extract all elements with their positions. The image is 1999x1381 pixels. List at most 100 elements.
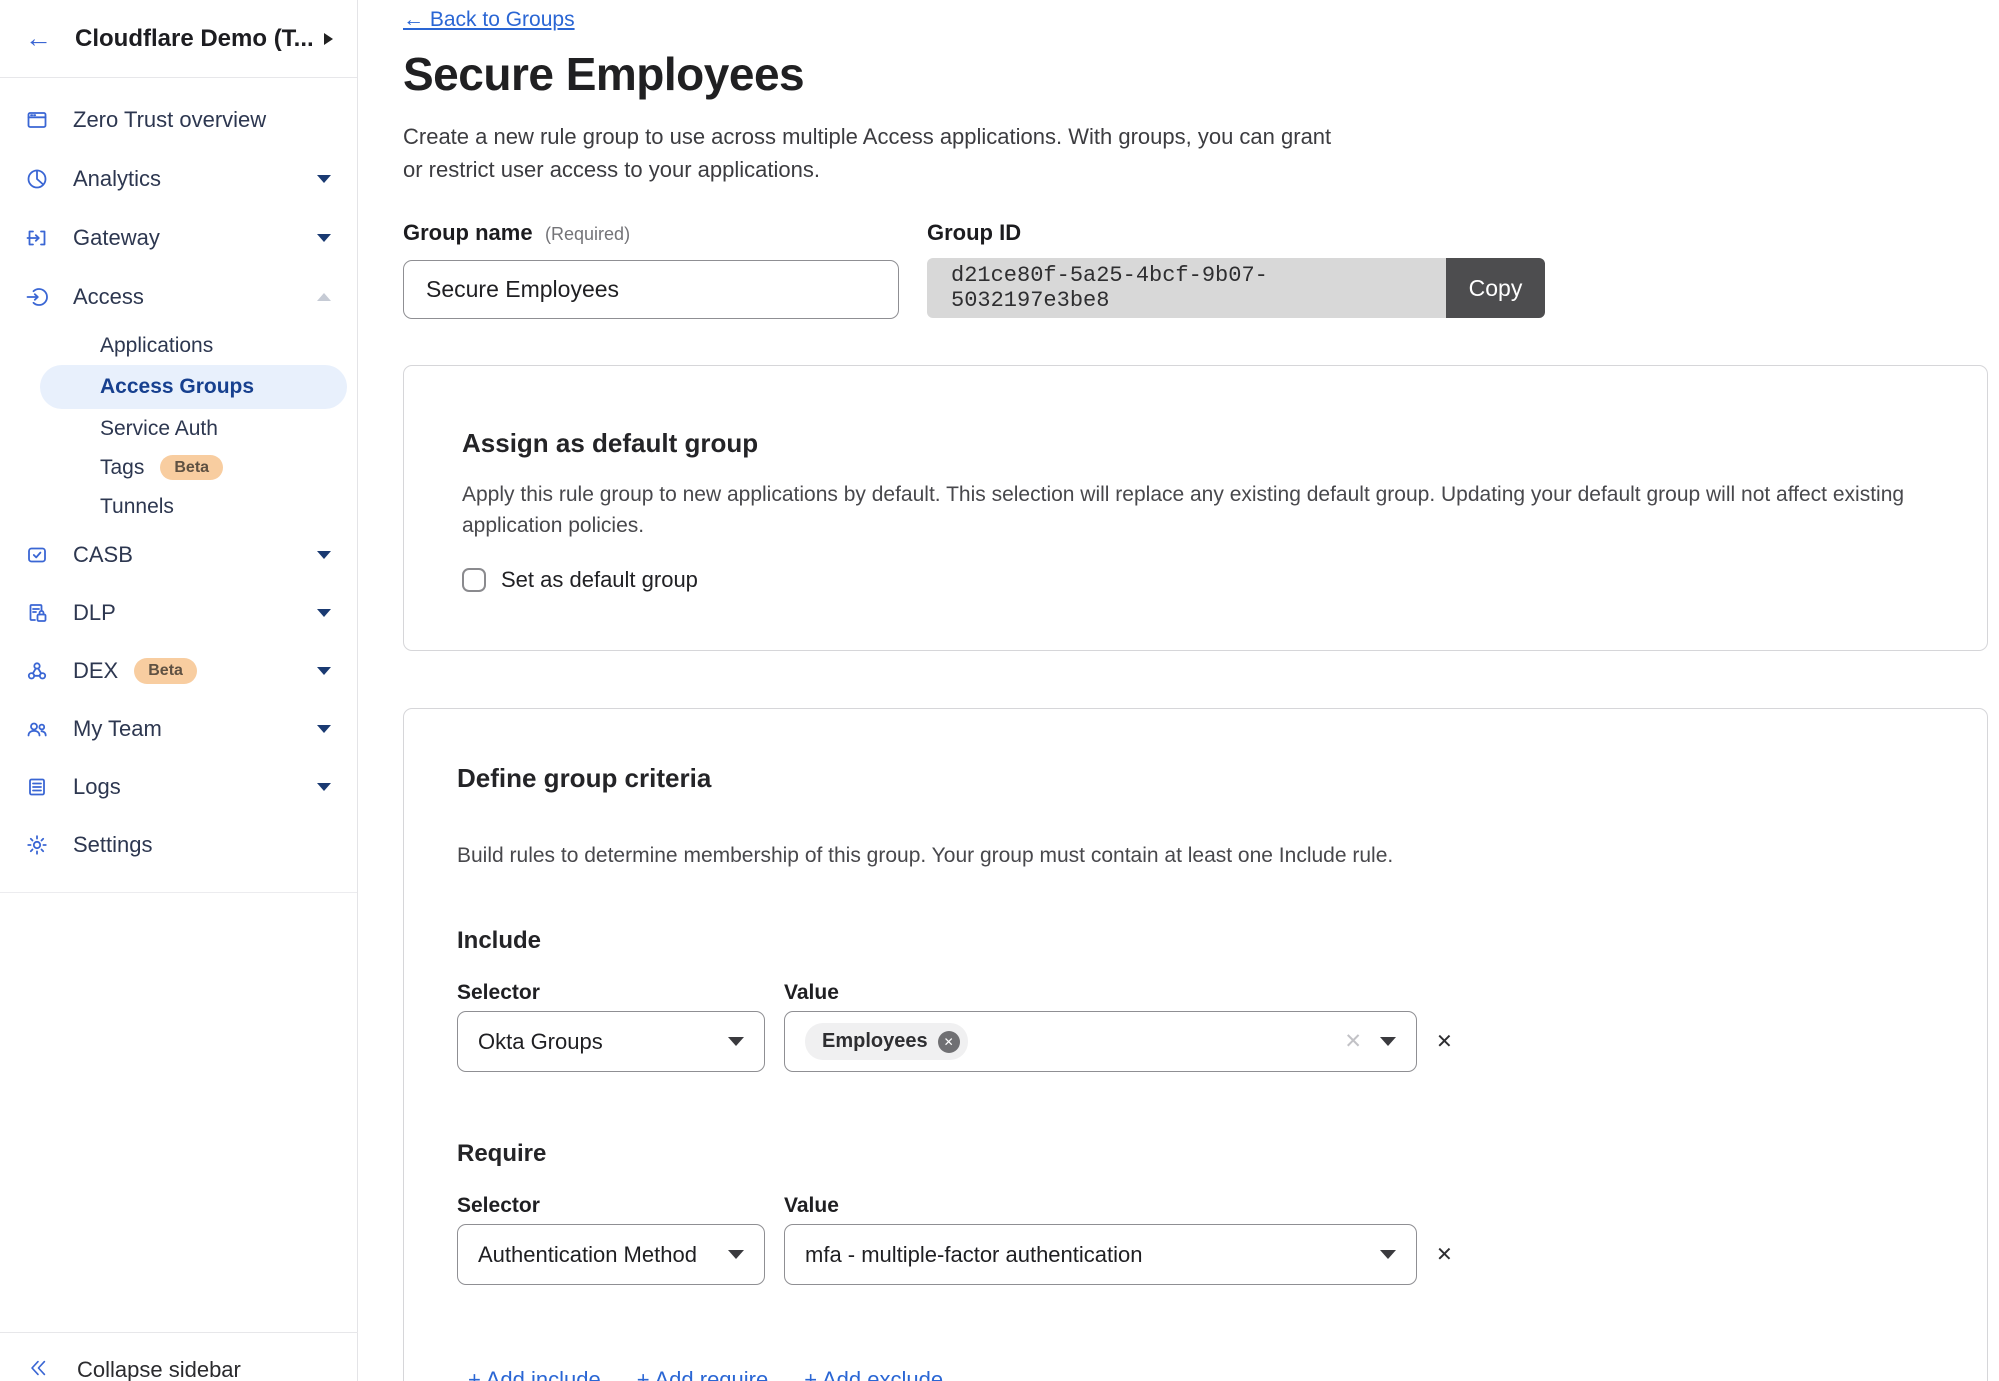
sidebar-item-label: Analytics xyxy=(73,166,161,192)
remove-include-rule-icon[interactable]: ✕ xyxy=(1436,1029,1453,1054)
caret-right-icon[interactable] xyxy=(324,33,333,45)
require-value-dropdown[interactable]: mfa - multiple-factor authentication xyxy=(784,1224,1417,1285)
chevron-down-icon xyxy=(1380,1250,1396,1259)
chevron-down-icon[interactable] xyxy=(317,175,331,183)
page-description: Create a new rule group to use across mu… xyxy=(403,120,1999,186)
include-rule-row: Okta Groups Employees ✕ ✕ ✕ xyxy=(457,1011,1934,1072)
required-hint: (Required) xyxy=(545,224,630,244)
require-value-label: Value xyxy=(784,1194,839,1218)
include-selector-value: Okta Groups xyxy=(478,1029,603,1055)
define-criteria-title: Define group criteria xyxy=(457,763,1934,794)
back-arrow-icon[interactable]: ← xyxy=(25,25,52,52)
require-value-text: mfa - multiple-factor authentication xyxy=(805,1242,1143,1268)
main-content: ← Back to Groups Secure Employees Create… xyxy=(358,0,1999,1381)
sidebar-item-logs[interactable]: Logs xyxy=(0,758,357,816)
sidebar-item-dlp[interactable]: DLP xyxy=(0,584,357,642)
sidebar-item-tags[interactable]: Tags Beta xyxy=(0,448,357,487)
chevron-down-icon[interactable] xyxy=(317,609,331,617)
collapse-sidebar-label: Collapse sidebar xyxy=(77,1357,241,1381)
sidebar-item-label: Zero Trust overview xyxy=(73,107,266,133)
settings-gear-icon xyxy=(25,833,49,857)
casb-icon xyxy=(25,543,49,567)
collapse-sidebar-button[interactable]: Collapse sidebar xyxy=(0,1332,358,1381)
account-name: Cloudflare Demo (T... xyxy=(75,25,324,53)
require-heading: Require xyxy=(457,1140,1934,1168)
clear-values-icon[interactable]: ✕ xyxy=(1344,1029,1362,1054)
assign-default-group-description: Apply this rule group to new application… xyxy=(462,479,1929,541)
define-criteria-description: Build rules to determine membership of t… xyxy=(457,840,1934,871)
sidebar-item-label: Access xyxy=(73,284,144,310)
chevron-up-icon[interactable] xyxy=(317,293,331,301)
chevron-down-icon xyxy=(728,1250,744,1259)
value-tag-label: Employees xyxy=(822,1030,928,1053)
sidebar-item-label: CASB xyxy=(73,542,133,568)
value-tag: Employees ✕ xyxy=(805,1023,968,1060)
my-team-icon xyxy=(25,717,49,741)
add-exclude-link[interactable]: + Add exclude xyxy=(804,1367,943,1381)
sidebar: ← Cloudflare Demo (T... Zero Trust overv… xyxy=(0,0,358,1381)
remove-require-rule-icon[interactable]: ✕ xyxy=(1436,1242,1453,1267)
require-selector-dropdown[interactable]: Authentication Method xyxy=(457,1224,765,1285)
set-default-group-label: Set as default group xyxy=(501,567,698,593)
sidebar-item-gateway[interactable]: Gateway xyxy=(0,208,357,267)
dlp-icon xyxy=(25,601,49,625)
sidebar-item-casb[interactable]: CASB xyxy=(0,526,357,584)
chevron-down-icon xyxy=(1380,1037,1396,1046)
sidebar-item-applications[interactable]: Applications xyxy=(0,326,357,365)
sidebar-item-tunnels[interactable]: Tunnels xyxy=(0,487,357,526)
chevron-down-icon[interactable] xyxy=(317,551,331,559)
sidebar-item-label: DLP xyxy=(73,600,116,626)
sidebar-nav: Zero Trust overview Analytics Gateway xyxy=(0,78,357,893)
sidebar-item-access[interactable]: Access xyxy=(0,267,357,326)
chevron-down-icon[interactable] xyxy=(317,783,331,791)
chevron-down-icon[interactable] xyxy=(317,667,331,675)
access-subnav: Applications Access Groups Service Auth … xyxy=(0,326,357,526)
collapse-chevrons-icon xyxy=(27,1357,49,1381)
zero-trust-dashboard: ← Cloudflare Demo (T... Zero Trust overv… xyxy=(0,0,1999,1381)
require-selector-value: Authentication Method xyxy=(478,1242,697,1268)
group-id-label: Group ID xyxy=(927,220,1545,246)
page-description-line2: or restrict user access to your applicat… xyxy=(403,153,1999,186)
add-rule-links: + Add include + Add require + Add exclud… xyxy=(457,1367,1934,1381)
sidebar-divider xyxy=(0,892,357,893)
sidebar-item-settings[interactable]: Settings xyxy=(0,816,357,874)
sidebar-item-my-team[interactable]: My Team xyxy=(0,700,357,758)
require-rule-row: Authentication Method mfa - multiple-fac… xyxy=(457,1224,1934,1285)
include-selector-dropdown[interactable]: Okta Groups xyxy=(457,1011,765,1072)
tag-remove-icon[interactable]: ✕ xyxy=(938,1031,960,1053)
sidebar-item-analytics[interactable]: Analytics xyxy=(0,149,357,208)
assign-default-group-card: Assign as default group Apply this rule … xyxy=(403,365,1988,651)
group-id-value: d21ce80f-5a25-4bcf-9b07-5032197e3be8 xyxy=(927,258,1446,318)
sidebar-item-dex[interactable]: DEX Beta xyxy=(0,642,357,700)
gateway-icon xyxy=(25,226,49,250)
sidebar-item-zero-trust-overview[interactable]: Zero Trust overview xyxy=(0,90,357,149)
copy-button[interactable]: Copy xyxy=(1446,258,1545,318)
analytics-icon xyxy=(25,167,49,191)
logs-icon xyxy=(25,775,49,799)
include-selector-label: Selector xyxy=(457,981,784,1005)
add-include-link[interactable]: + Add include xyxy=(468,1367,601,1381)
sidebar-item-service-auth[interactable]: Service Auth xyxy=(0,409,357,448)
sidebar-item-label: Tags xyxy=(100,456,144,480)
dex-icon xyxy=(25,659,49,683)
set-default-group-checkbox[interactable] xyxy=(462,568,486,592)
back-to-groups-link[interactable]: ← Back to Groups xyxy=(403,8,575,32)
sidebar-item-label: DEX xyxy=(73,658,118,684)
group-name-id-row: Group name (Required) Group ID d21ce80f-… xyxy=(403,220,1999,319)
account-header[interactable]: ← Cloudflare Demo (T... xyxy=(0,0,357,78)
add-require-link[interactable]: + Add require xyxy=(637,1367,768,1381)
sidebar-item-label: Gateway xyxy=(73,225,160,251)
include-heading: Include xyxy=(457,927,1934,955)
chevron-down-icon[interactable] xyxy=(317,234,331,242)
group-name-input[interactable] xyxy=(403,260,899,319)
sidebar-item-access-groups[interactable]: Access Groups xyxy=(40,365,347,409)
page-title: Secure Employees xyxy=(403,47,1999,101)
chevron-down-icon[interactable] xyxy=(317,725,331,733)
access-icon xyxy=(25,285,49,309)
sidebar-item-label: Logs xyxy=(73,774,121,800)
include-value-label: Value xyxy=(784,981,839,1005)
require-selector-label: Selector xyxy=(457,1194,784,1218)
overview-icon xyxy=(25,108,49,132)
include-value-multiselect[interactable]: Employees ✕ ✕ xyxy=(784,1011,1417,1072)
beta-badge: Beta xyxy=(134,658,197,684)
